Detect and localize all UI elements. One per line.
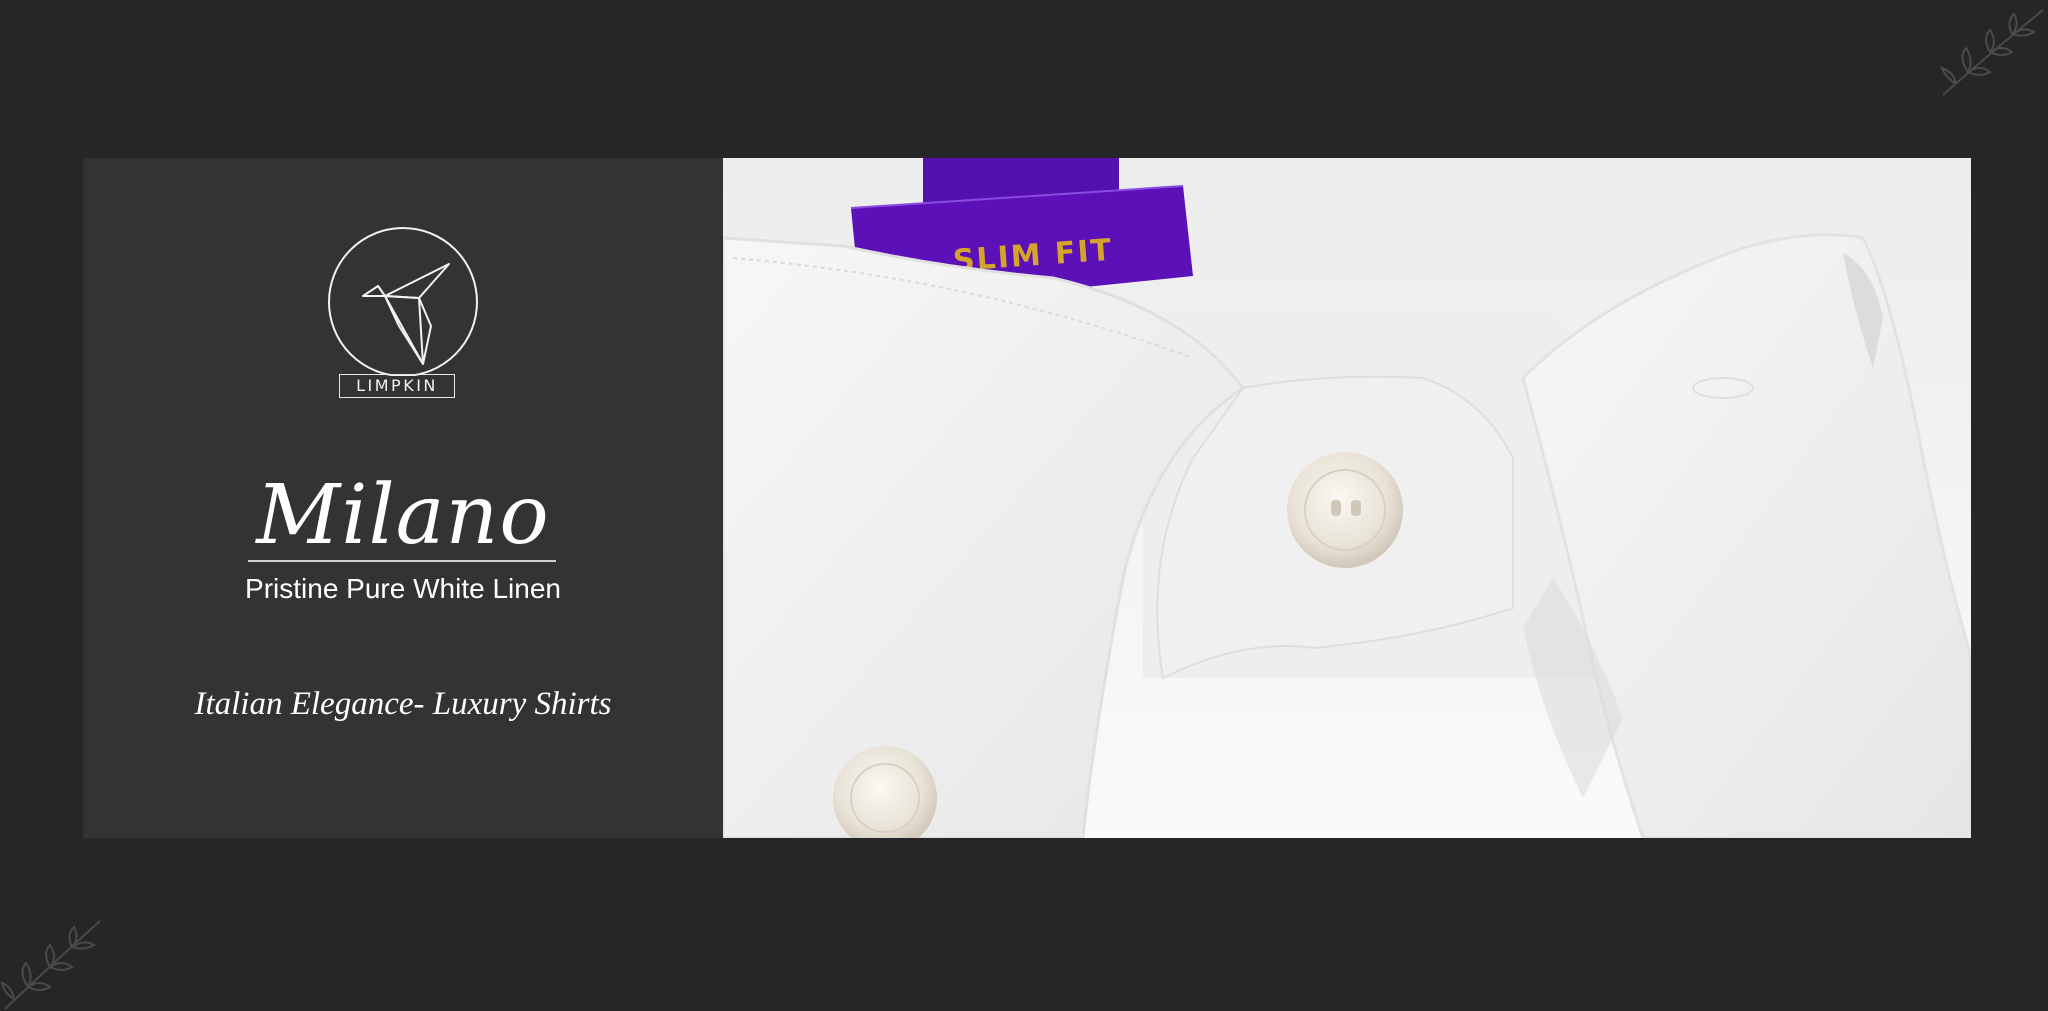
collection-name: Milano xyxy=(256,468,550,563)
brand-name-label: LIMPKIN xyxy=(339,374,455,398)
title-divider xyxy=(248,560,556,562)
brand-logo: LIMPKIN xyxy=(323,226,483,398)
brand-panel: LIMPKIN Milano Pristine Pure White Linen… xyxy=(83,158,723,838)
origami-bird-icon xyxy=(328,227,478,376)
leaf-sprig-decoration xyxy=(1940,9,2044,96)
fabric-description: Pristine Pure White Linen xyxy=(245,573,561,604)
leaf-sprig-decoration xyxy=(0,920,101,1010)
shirt-collar-photo: SLIM FIT xyxy=(723,158,1971,838)
product-banner: LIMPKIN Milano Pristine Pure White Linen… xyxy=(83,158,1971,838)
tagline: Italian Elegance- Luxury Shirts xyxy=(194,686,612,722)
